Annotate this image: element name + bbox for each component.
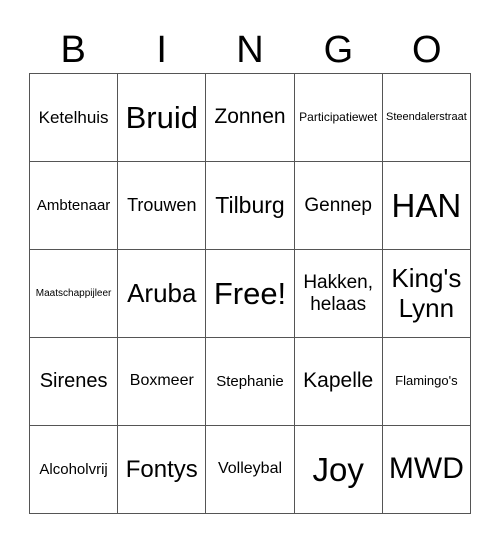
cell-text: MWD [388,452,464,486]
cell-text: Maatschappijleer [35,287,112,299]
bingo-cell[interactable]: Flamingo's [382,338,471,426]
bingo-cell[interactable]: Gennep [294,162,383,250]
bingo-card-grid: Ketelhuis Bruid Zonnen Participatiewet S… [29,73,471,514]
bingo-cell[interactable]: Participatiewet [294,74,383,162]
bingo-header: B I N G O [29,28,471,73]
bingo-cell[interactable]: Alcoholvrij [30,426,119,514]
cell-text: Boxmeer [129,372,194,390]
bingo-cell[interactable]: Bruid [118,74,207,162]
cell-text: Fontys [125,455,198,483]
bingo-cell[interactable]: Ambtenaar [30,162,119,250]
cell-text: Volleybal [217,460,283,478]
bingo-cell[interactable]: Tilburg [206,162,295,250]
cell-text: Trouwen [127,195,197,216]
bingo-cell[interactable]: King's Lynn [382,250,471,338]
cell-text: Flamingo's [395,373,458,389]
bingo-cell[interactable]: Sirenes [30,338,119,426]
cell-text: Sirenes [39,370,108,392]
bingo-cell[interactable]: Zonnen [206,74,295,162]
bingo-cell[interactable]: Ketelhuis [30,74,119,162]
cell-text: HAN [391,186,462,224]
bingo-cell[interactable]: Joy [294,426,383,514]
bingo-cell[interactable]: Hakken, helaas [294,250,383,338]
header-letter-i: I [156,29,167,71]
cell-text: Participatiewet [299,109,378,124]
cell-text: King's Lynn [391,262,462,323]
cell-text: Stephanie [216,372,284,390]
bingo-cell[interactable]: MWD [382,426,471,514]
bingo-cell[interactable]: Trouwen [118,162,207,250]
cell-text: Ketelhuis [38,107,109,127]
bingo-cell[interactable]: Fontys [118,426,207,514]
cell-text: Gennep [304,194,372,216]
cell-text: Steendalerstraat [386,111,467,124]
bingo-cell[interactable]: Volleybal [206,426,295,514]
header-letter-b: B [60,29,86,71]
cell-text: Joy [312,450,364,488]
free-space-cell[interactable]: Free! [206,250,295,338]
header-letter-g: G [323,29,354,71]
bingo-cell[interactable]: Maatschappijleer [30,250,119,338]
cell-text: Free! [213,275,287,311]
cell-text: Zonnen [214,105,286,129]
cell-text: Hakken, helaas [303,271,374,315]
bingo-cell[interactable]: Steendalerstraat [382,74,471,162]
bingo-cell[interactable]: Boxmeer [118,338,207,426]
bingo-cell[interactable]: Kapelle [294,338,383,426]
cell-text: Aruba [127,277,197,308]
cell-text: Tilburg [215,192,285,219]
header-letter-n: N [236,29,264,71]
bingo-cell[interactable]: HAN [382,162,471,250]
cell-text: Alcoholvrij [39,460,108,478]
cell-text: Bruid [125,99,198,135]
cell-text: Kapelle [303,369,374,393]
cell-text: Ambtenaar [36,196,111,214]
header-letter-o: O [412,29,442,71]
bingo-cell[interactable]: Stephanie [206,338,295,426]
bingo-cell[interactable]: Aruba [118,250,207,338]
